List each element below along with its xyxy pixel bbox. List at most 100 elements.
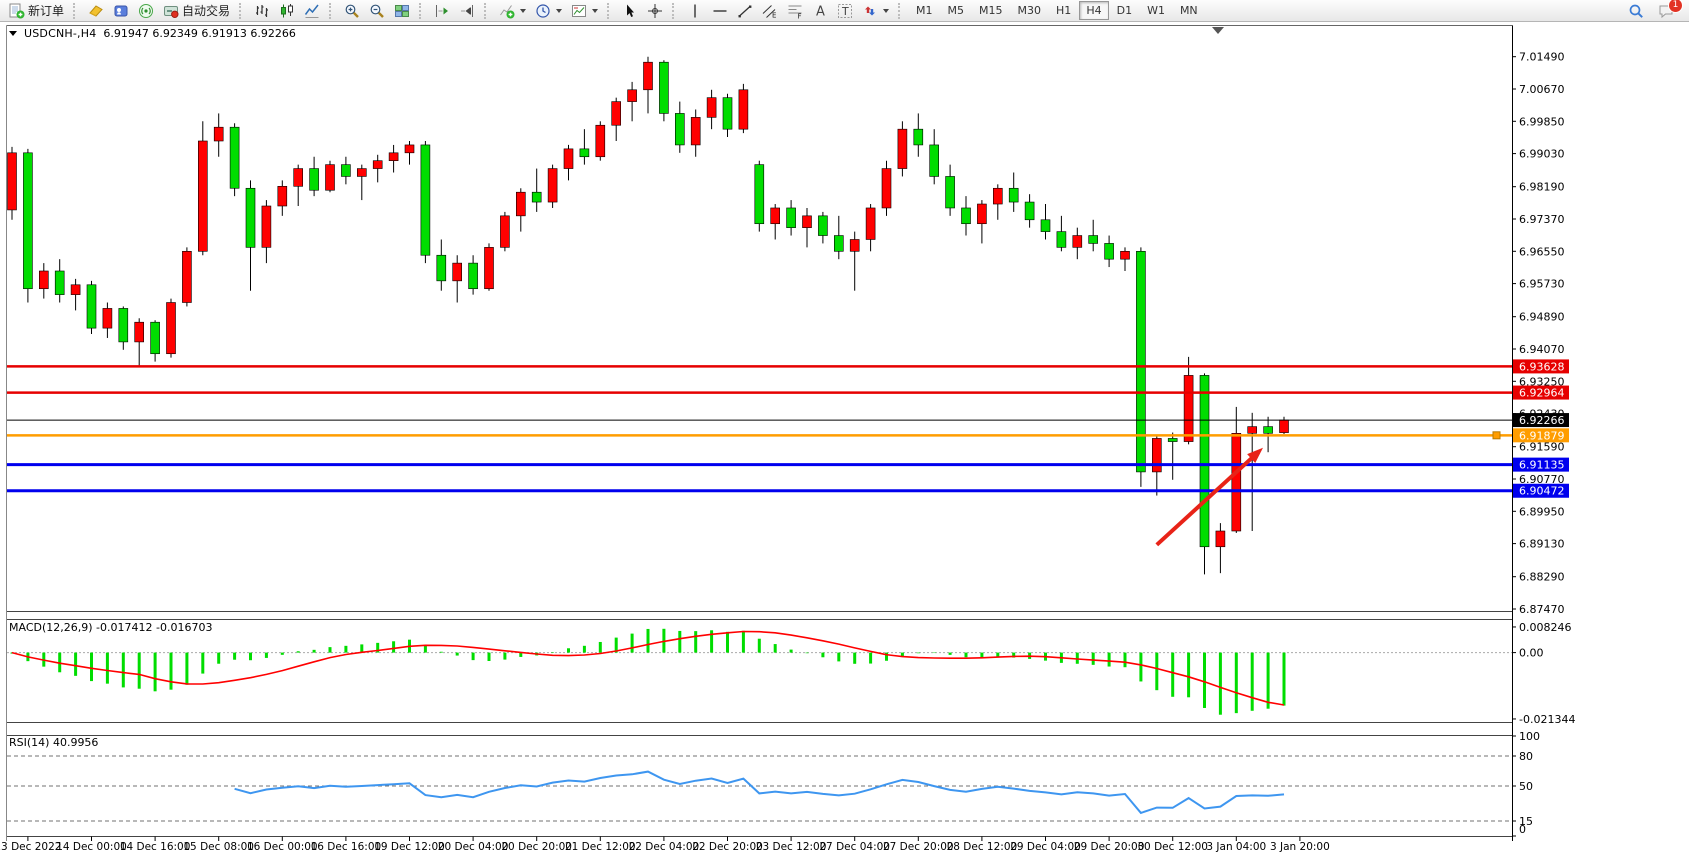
- notification-badge: 1: [1668, 0, 1683, 13]
- candle-body: [532, 192, 541, 202]
- timeframe-h4[interactable]: H4: [1079, 1, 1108, 20]
- macd-bar: [1187, 653, 1190, 698]
- macd-bar: [869, 653, 872, 664]
- candle-body: [310, 169, 319, 191]
- toolbar-separator: [329, 3, 335, 19]
- macd-bar: [949, 653, 952, 655]
- new-order-button[interactable]: 新订单: [5, 0, 68, 22]
- macd-bar: [774, 644, 777, 653]
- timeframe-w1[interactable]: W1: [1140, 1, 1172, 20]
- zoom-in-button[interactable]: [340, 0, 364, 22]
- svg-text:T: T: [841, 5, 849, 18]
- toolbar-separator: [73, 3, 79, 19]
- level-marker[interactable]: [1493, 432, 1500, 439]
- mql-editor-button[interactable]: [84, 0, 108, 22]
- chevron-down-icon[interactable]: [883, 9, 889, 13]
- macd-bar: [583, 646, 586, 653]
- candle-body: [755, 165, 764, 224]
- toolbar-separator: [419, 3, 425, 19]
- autotrading-button-label: 自动交易: [182, 2, 230, 19]
- macd-bar: [313, 650, 316, 653]
- periods-button[interactable]: [531, 0, 566, 22]
- svg-text:F: F: [798, 12, 802, 19]
- macd-bar: [297, 651, 300, 652]
- svg-text:E: E: [772, 11, 776, 19]
- one-click-trading-toggle[interactable]: [9, 31, 17, 36]
- timeframe-m5[interactable]: M5: [941, 1, 972, 20]
- macd-bar: [360, 644, 363, 652]
- macd-bar: [567, 648, 570, 652]
- tiles-icon: [394, 3, 410, 19]
- candle-body: [850, 239, 859, 251]
- timeframe-m15[interactable]: M15: [972, 1, 1010, 20]
- autotrading-button[interactable]: 自动交易: [159, 0, 234, 22]
- search-button[interactable]: [1624, 0, 1648, 22]
- macd-bar: [90, 653, 93, 681]
- candle-body: [803, 216, 812, 228]
- mql5-community-button[interactable]: [109, 0, 133, 22]
- candle-body: [1200, 375, 1209, 546]
- chart-symbol-period: USDCNH-,H4: [24, 27, 96, 40]
- candle-body: [469, 263, 478, 289]
- crosshair-icon: [647, 3, 663, 19]
- macd-bar: [456, 653, 459, 656]
- templates-button[interactable]: [567, 0, 602, 22]
- fibonacci-button[interactable]: F: [783, 0, 807, 22]
- macd-bar: [821, 653, 824, 658]
- macd-bar: [1139, 653, 1142, 682]
- cursor-button[interactable]: [618, 0, 642, 22]
- arrows-button[interactable]: [858, 0, 893, 22]
- chevron-down-icon[interactable]: [556, 9, 562, 13]
- timeframe-mn[interactable]: MN: [1173, 1, 1205, 20]
- text-label-button[interactable]: T: [833, 0, 857, 22]
- macd-bar: [1219, 653, 1222, 715]
- chevron-down-icon[interactable]: [592, 9, 598, 13]
- macd-bar: [170, 653, 173, 690]
- macd-bar: [265, 653, 268, 658]
- search-icon: [1628, 3, 1644, 19]
- trendline-button[interactable]: [733, 0, 757, 22]
- timeframe-m30[interactable]: M30: [1011, 1, 1049, 20]
- equidistant-channel-button[interactable]: E: [758, 0, 782, 22]
- timeframe-d1[interactable]: D1: [1110, 1, 1139, 20]
- arrows-icon: [862, 3, 878, 19]
- candle-body: [39, 271, 48, 289]
- macd-bar: [694, 631, 697, 652]
- candle-body: [898, 129, 907, 168]
- candle-chart-button[interactable]: [275, 0, 299, 22]
- linechart-icon: [304, 3, 320, 19]
- yellow-tool-icon: [88, 3, 104, 19]
- horizontal-line-button[interactable]: [708, 0, 732, 22]
- macd-bar: [249, 653, 252, 661]
- line-chart-button[interactable]: [300, 0, 324, 22]
- trend-icon: [737, 3, 753, 19]
- indicators-button[interactable]: [495, 0, 530, 22]
- macd-bar: [965, 653, 968, 658]
- price-axis[interactable]: [1512, 26, 1574, 837]
- auto-scroll-button[interactable]: [430, 0, 454, 22]
- candle-body: [151, 322, 160, 354]
- bar-chart-button[interactable]: [250, 0, 274, 22]
- notifications-button[interactable]: 1: [1654, 0, 1678, 22]
- tile-windows-button[interactable]: [390, 0, 414, 22]
- chart-canvas[interactable]: 7.014907.006706.998506.990306.981906.973…: [0, 0, 1689, 859]
- candle-body: [485, 247, 494, 288]
- macd-bar: [806, 653, 809, 654]
- timeframe-h1[interactable]: H1: [1049, 1, 1078, 20]
- vertical-line-button[interactable]: [683, 0, 707, 22]
- macd-bar: [790, 650, 793, 653]
- time-axis[interactable]: [7, 841, 1512, 857]
- template-icon: [571, 3, 587, 19]
- timeframe-m1[interactable]: M1: [909, 1, 940, 20]
- chevron-down-icon[interactable]: [520, 9, 526, 13]
- chart-shift-button[interactable]: [455, 0, 479, 22]
- crosshair-button[interactable]: [643, 0, 667, 22]
- zoom-out-button[interactable]: [365, 0, 389, 22]
- candle-body: [214, 127, 223, 141]
- candle-body: [357, 169, 366, 177]
- text-button[interactable]: A: [808, 0, 832, 22]
- hline-icon: [712, 3, 728, 19]
- macd-bar: [1235, 653, 1238, 714]
- candle-body: [914, 129, 923, 145]
- signals-button[interactable]: [134, 0, 158, 22]
